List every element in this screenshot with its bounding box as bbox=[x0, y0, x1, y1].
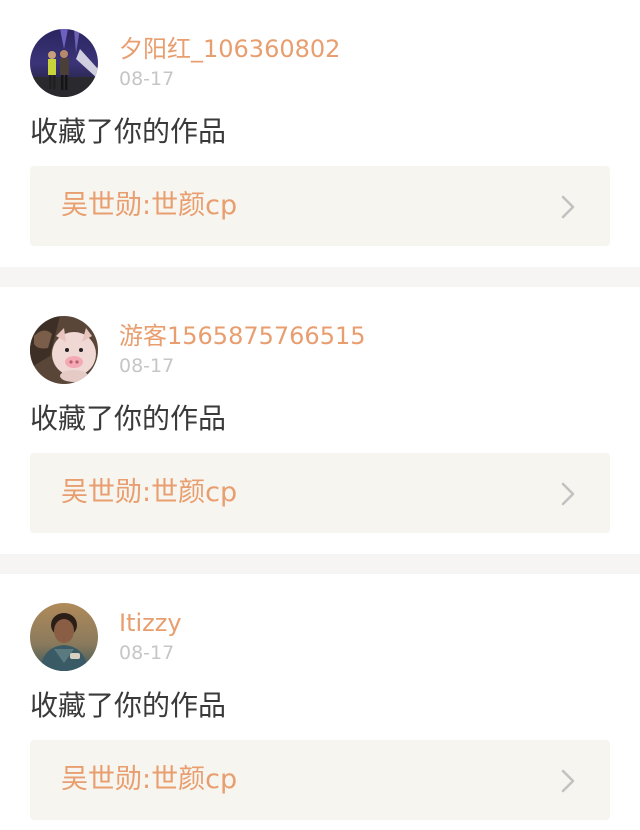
work-link[interactable]: 吴世勋:世颜cp bbox=[30, 740, 610, 820]
action-text: 收藏了你的作品 bbox=[30, 115, 227, 148]
action-text: 收藏了你的作品 bbox=[30, 402, 227, 435]
chevron-right-icon bbox=[560, 768, 576, 794]
notification-card: 夕阳红_106360802 08-17 收藏了你的作品 吴世勋:世颜cp bbox=[0, 0, 640, 267]
work-title: 吴世勋:世颜cp bbox=[61, 190, 238, 221]
username[interactable]: 游客1565875766515 bbox=[119, 321, 366, 351]
avatar-pig-icon bbox=[30, 316, 98, 384]
avatar-photo-night-bridge-icon bbox=[30, 29, 98, 97]
avatar[interactable] bbox=[30, 29, 98, 97]
work-link[interactable]: 吴世勋:世颜cp bbox=[30, 453, 610, 533]
avatar[interactable] bbox=[30, 316, 98, 384]
work-title: 吴世勋:世颜cp bbox=[61, 764, 238, 795]
timestamp: 08-17 bbox=[119, 642, 175, 664]
chevron-right-icon bbox=[560, 481, 576, 507]
notification-card: 游客1565875766515 08-17 收藏了你的作品 吴世勋:世颜cp bbox=[0, 287, 640, 554]
notification-feed: 夕阳红_106360802 08-17 收藏了你的作品 吴世勋:世颜cp 游客1… bbox=[0, 0, 640, 830]
username[interactable]: Itizzy bbox=[119, 608, 182, 638]
work-title: 吴世勋:世颜cp bbox=[61, 477, 238, 508]
card-separator bbox=[0, 267, 640, 287]
notification-card: Itizzy 08-17 收藏了你的作品 吴世勋:世颜cp bbox=[0, 574, 640, 830]
chevron-right-icon bbox=[560, 194, 576, 220]
action-text: 收藏了你的作品 bbox=[30, 689, 227, 722]
username[interactable]: 夕阳红_106360802 bbox=[119, 34, 340, 64]
timestamp: 08-17 bbox=[119, 355, 175, 377]
work-link[interactable]: 吴世勋:世颜cp bbox=[30, 166, 610, 246]
avatar-person-portrait-icon bbox=[30, 603, 98, 671]
avatar[interactable] bbox=[30, 603, 98, 671]
timestamp: 08-17 bbox=[119, 68, 175, 90]
card-separator bbox=[0, 554, 640, 574]
